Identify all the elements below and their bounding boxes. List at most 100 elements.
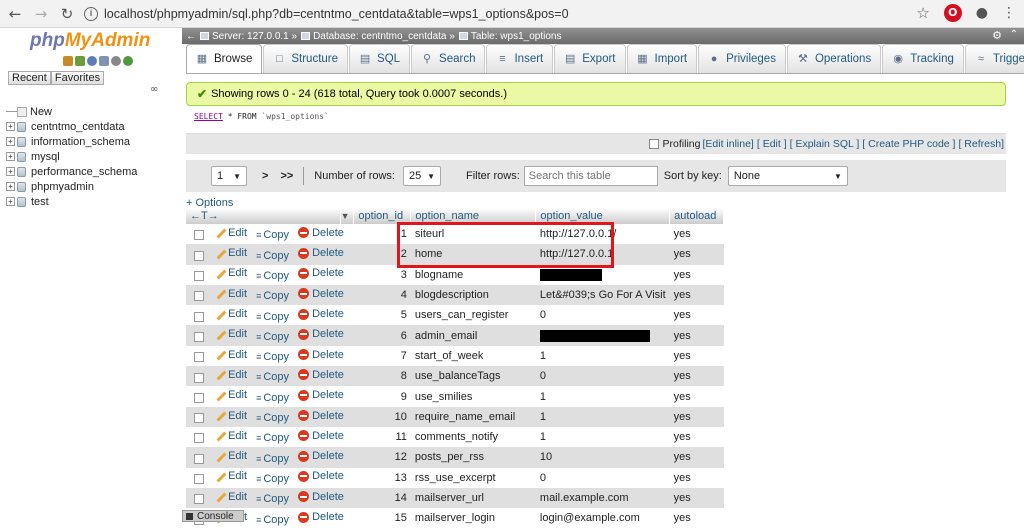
console-button[interactable]: Console (182, 510, 244, 522)
account-icon[interactable]: ● (976, 5, 988, 21)
favorites-tab[interactable]: Favorites (50, 71, 105, 85)
copy-link[interactable]: ≡ Copy (256, 371, 289, 383)
table-row[interactable]: Edit ≡Copy Delete 15 mailserver_login lo… (186, 508, 724, 528)
recent-tab[interactable]: Recent (8, 71, 51, 85)
row-checkbox[interactable] (194, 230, 204, 241)
delete-link[interactable]: Delete (298, 288, 344, 300)
row-checkbox[interactable] (194, 372, 204, 383)
cell-autoload[interactable]: yes (669, 325, 724, 346)
cell-option-value[interactable]: Let&#039;s Go For A Visit (540, 289, 666, 301)
copy-link[interactable]: ≡ Copy (256, 331, 289, 343)
edit-link[interactable]: Edit (215, 328, 247, 340)
cell-option-name[interactable]: start_of_week (410, 345, 536, 367)
tab-triggers[interactable]: ≈ Triggers (964, 44, 1024, 73)
copy-link[interactable]: ≡ Copy (256, 473, 289, 485)
sql-keyword[interactable]: SELECT (194, 112, 223, 121)
cell-option-value[interactable]: login@example.com (540, 512, 640, 524)
cell-option-id[interactable]: 9 (353, 386, 411, 407)
help-icon[interactable] (87, 56, 97, 66)
copy-link[interactable]: ≡ Copy (256, 392, 289, 404)
table-row[interactable]: Edit ≡ Copy Delete 1 siteurl http://127.0… (186, 224, 724, 245)
cell-option-value[interactable]: http://127.0.0.1/ (540, 228, 616, 240)
cell-option-value[interactable]: 0 (540, 309, 546, 321)
breadcrumb-table[interactable]: Table: wps1_options (471, 31, 562, 42)
copy-link[interactable]: ≡ Copy (256, 250, 289, 262)
header-autoload[interactable]: autoload (669, 208, 725, 224)
explain-sql-link[interactable]: [ Explain SQL ] (790, 138, 860, 150)
delete-link[interactable]: Delete (298, 227, 344, 239)
expand-icon[interactable]: + (6, 137, 15, 146)
table-row[interactable]: Edit ≡ Copy Delete 14 mailserver_url mail… (186, 487, 724, 509)
edit-link[interactable]: Edit (215, 430, 247, 442)
tree-item-centntmo_centdata[interactable]: + centntmo_centdata (6, 119, 137, 134)
row-checkbox[interactable] (194, 352, 204, 363)
cell-autoload[interactable]: yes (669, 284, 724, 306)
info-icon[interactable]: i (84, 6, 98, 21)
cell-option-name[interactable]: mailserver_url (410, 487, 536, 509)
cell-option-name[interactable]: siteurl (410, 224, 536, 245)
delete-link[interactable]: Delete (298, 328, 344, 340)
column-toggle-icon[interactable]: ←T→ (190, 210, 219, 222)
gear-icon[interactable]: ⚙ (992, 29, 1002, 42)
reload-icon[interactable]: ↻ (56, 3, 78, 25)
cell-option-value[interactable]: 1 (540, 391, 546, 403)
cell-option-name[interactable]: posts_per_rss (410, 447, 536, 468)
tree-item-information_schema[interactable]: + information_schema (6, 134, 137, 149)
settings-icon[interactable] (111, 56, 121, 66)
cell-option-value[interactable]: 0 (540, 370, 546, 382)
tab-structure[interactable]: □ Structure (263, 44, 349, 73)
cell-option-id[interactable]: 8 (353, 366, 411, 387)
tab-export[interactable]: ▤ Export (554, 44, 626, 73)
row-checkbox[interactable] (194, 311, 204, 322)
cell-option-name[interactable]: blogname (410, 264, 536, 285)
copy-link[interactable]: ≡ Copy (256, 432, 289, 444)
back-icon[interactable]: ← (4, 3, 26, 25)
edit-link[interactable]: Edit (215, 227, 247, 239)
tree-item-mysql[interactable]: + mysql (6, 149, 137, 164)
cell-option-name[interactable]: rss_use_excerpt (410, 467, 536, 488)
table-row[interactable]: Edit ≡ Copy Delete 7 start_of_week 1 yes (186, 345, 724, 367)
row-checkbox[interactable] (194, 392, 204, 403)
cell-option-id[interactable]: 6 (353, 325, 411, 346)
cell-autoload[interactable]: yes (669, 487, 724, 509)
collapse-panel-icon[interactable]: ← (186, 31, 196, 42)
row-checkbox[interactable] (194, 291, 204, 302)
collapse-icon[interactable]: ⌃ (1010, 29, 1018, 40)
cell-option-name[interactable]: home (410, 244, 536, 265)
cell-option-id[interactable]: 10 (353, 406, 411, 427)
edit-link[interactable]: Edit (215, 267, 247, 279)
cell-option-id[interactable]: 11 (353, 426, 411, 448)
cell-option-id[interactable]: 4 (353, 284, 411, 306)
row-checkbox[interactable] (194, 433, 204, 444)
table-row[interactable]: Edit ≡ Copy Delete 13 rss_use_excerpt 0 y… (186, 467, 724, 488)
refresh-link[interactable]: [ Refresh] (958, 138, 1004, 150)
cell-option-value[interactable]: 10 (540, 451, 552, 463)
tab-insert[interactable]: ≡ Insert (486, 44, 554, 73)
edit-link[interactable]: Edit (215, 369, 247, 381)
tree-item-test[interactable]: + test (6, 194, 137, 209)
next-button[interactable]: > (262, 170, 268, 182)
table-row[interactable]: Edit ≡ Copy Delete 8 use_balanceTags 0 ye… (186, 366, 724, 387)
cell-option-name[interactable]: use_smilies (410, 386, 536, 407)
expand-icon[interactable]: + (6, 197, 15, 206)
phpmyadmin-logo[interactable]: phpMyAdmin (30, 30, 150, 52)
sort-dropdown[interactable]: ▼ (340, 208, 355, 224)
table-row[interactable]: Edit ≡ Copy Delete 3 blogname yes (186, 264, 724, 285)
copy-link[interactable]: ≡ Copy (256, 493, 289, 505)
sort-select[interactable]: None ▼ (727, 166, 848, 186)
delete-link[interactable]: Delete (298, 308, 344, 320)
delete-link[interactable]: Delete (298, 267, 344, 279)
delete-link[interactable]: Delete (298, 389, 344, 401)
edit-link[interactable]: Edit (215, 349, 247, 361)
cell-autoload[interactable]: yes (669, 447, 724, 468)
cell-option-id[interactable]: 13 (353, 467, 411, 488)
create-php-link[interactable]: [ Create PHP code ] (862, 138, 955, 150)
cell-autoload[interactable]: yes (669, 264, 724, 285)
delete-link[interactable]: Delete (298, 450, 344, 462)
expand-icon[interactable]: + (6, 122, 15, 131)
filter-input[interactable] (523, 166, 658, 186)
cell-autoload[interactable]: yes (669, 467, 724, 488)
reload-nav-icon[interactable] (123, 56, 133, 66)
home-icon[interactable] (63, 56, 73, 66)
edit-link[interactable]: Edit (215, 410, 247, 422)
